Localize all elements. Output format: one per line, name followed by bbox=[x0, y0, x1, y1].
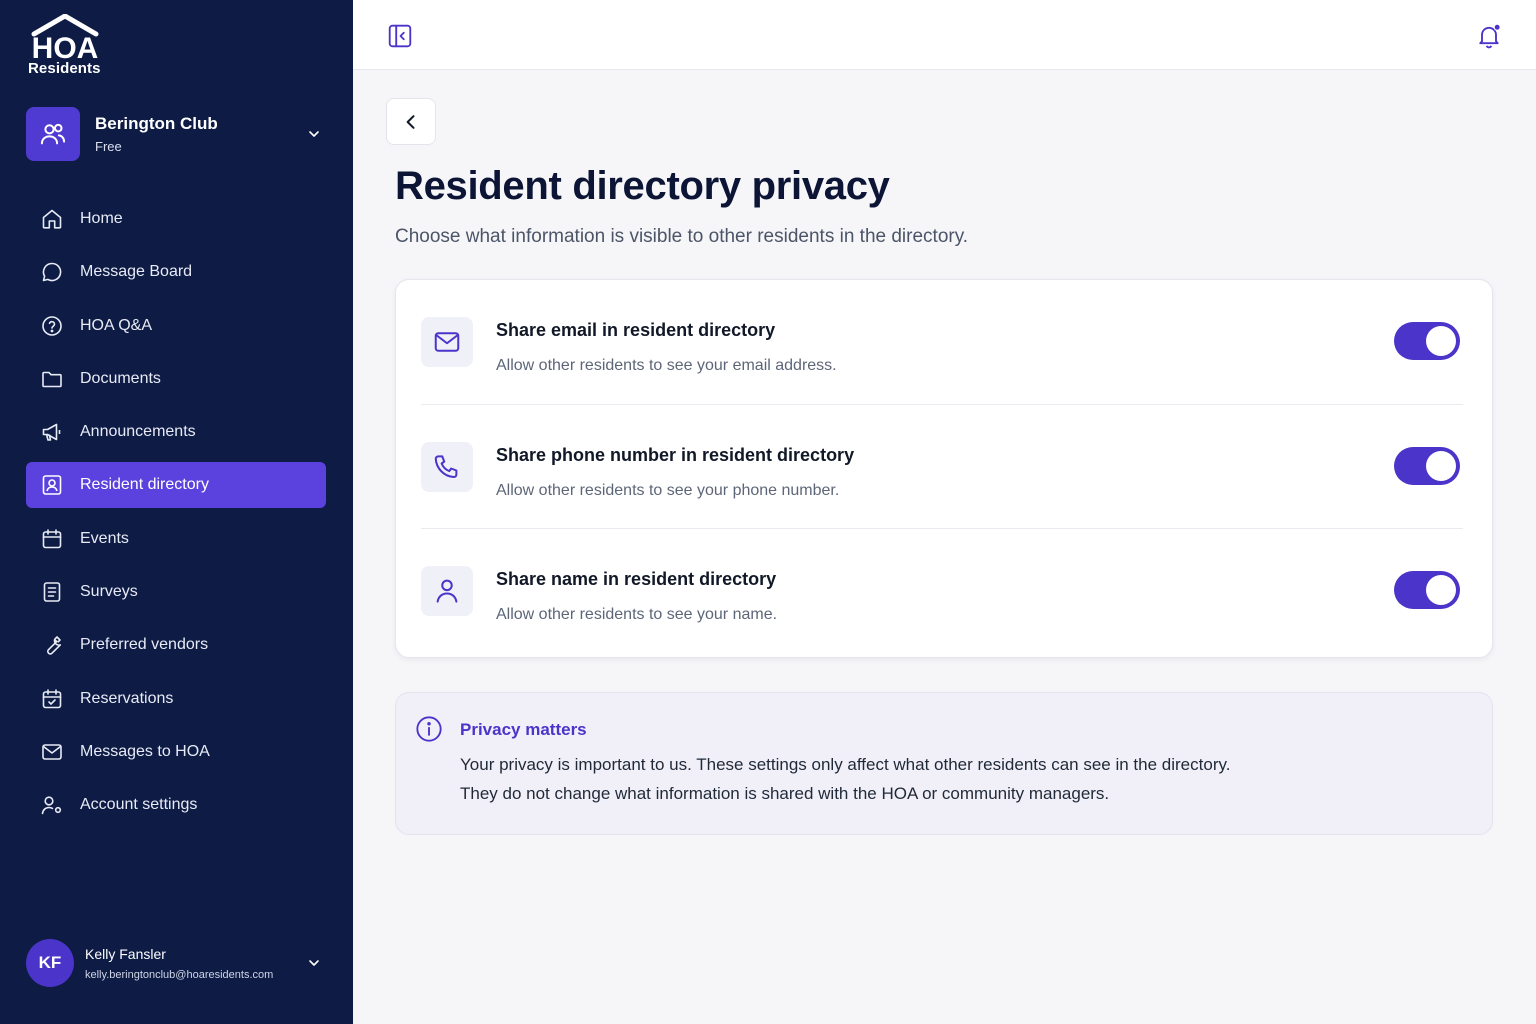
toggle-knob bbox=[1426, 326, 1456, 356]
setting-row-email: Share email in resident directory Allow … bbox=[421, 280, 1463, 404]
sidebar-item-events[interactable]: Events bbox=[26, 516, 326, 562]
sidebar: HOA Residents Berington Club Free Home M… bbox=[0, 0, 353, 1024]
sidebar-item-label: HOA Q&A bbox=[80, 316, 153, 334]
top-bar bbox=[353, 0, 1536, 70]
home-icon bbox=[40, 207, 64, 231]
setting-description: Allow other residents to see your phone … bbox=[496, 482, 840, 499]
users-icon bbox=[40, 123, 66, 145]
svg-text:HOA: HOA bbox=[32, 32, 99, 62]
person-icon bbox=[421, 566, 473, 616]
sidebar-item-reservations[interactable]: Reservations bbox=[26, 676, 326, 722]
calendar-check-icon bbox=[40, 687, 64, 711]
back-button[interactable] bbox=[386, 98, 436, 145]
privacy-info-box: Privacy matters Your privacy is importan… bbox=[395, 692, 1493, 835]
sidebar-item-documents[interactable]: Documents bbox=[26, 356, 326, 402]
sidebar-item-resident-directory[interactable]: Resident directory bbox=[26, 462, 326, 509]
mail-icon bbox=[40, 740, 64, 764]
mail-icon bbox=[421, 317, 473, 367]
sidebar-item-hoa-qa[interactable]: HOA Q&A bbox=[26, 303, 326, 349]
setting-row-name: Share name in resident directory Allow o… bbox=[421, 528, 1463, 652]
megaphone-icon bbox=[40, 420, 64, 444]
toggle-knob bbox=[1426, 575, 1456, 605]
sidebar-item-label: Account settings bbox=[80, 796, 198, 814]
org-avatar bbox=[26, 107, 80, 161]
sidebar-item-message-board[interactable]: Message Board bbox=[26, 249, 326, 295]
hoa-residents-logo[interactable]: HOA Residents bbox=[26, 14, 106, 78]
chevron-down-icon[interactable] bbox=[302, 126, 326, 142]
setting-title: Share phone number in resident directory bbox=[496, 445, 855, 465]
avatar: KF bbox=[26, 939, 74, 987]
user-name: Kelly Fansler bbox=[85, 945, 166, 962]
info-text-line: They do not change what information is s… bbox=[460, 784, 1110, 803]
sidebar-item-home[interactable]: Home bbox=[26, 196, 326, 242]
chevron-left-icon bbox=[406, 114, 415, 129]
sidebar-item-label: Messages to HOA bbox=[80, 742, 210, 760]
sidebar-item-label: Events bbox=[80, 529, 129, 547]
info-title: Privacy matters bbox=[460, 720, 587, 739]
chevron-down-icon[interactable] bbox=[302, 955, 326, 971]
document-list-icon bbox=[40, 580, 64, 604]
info-text-line: Your privacy is important to us. These s… bbox=[460, 755, 1231, 774]
share-email-toggle[interactable] bbox=[1394, 322, 1460, 360]
calendar-icon bbox=[40, 527, 64, 551]
wrench-icon bbox=[40, 633, 64, 657]
page-subtitle: Choose what information is visible to ot… bbox=[395, 226, 969, 247]
user-email: kelly.beringtonclub@hoaresidents.com bbox=[85, 968, 274, 981]
setting-title: Share email in resident directory bbox=[496, 320, 776, 340]
sidebar-item-label: Documents bbox=[80, 369, 161, 387]
sidebar-item-label: Announcements bbox=[80, 423, 196, 441]
page-title: Resident directory privacy bbox=[395, 164, 890, 208]
setting-row-phone: Share phone number in resident directory… bbox=[421, 404, 1463, 528]
sidebar-item-messages-to-hoa[interactable]: Messages to HOA bbox=[26, 729, 326, 775]
folder-icon bbox=[40, 367, 64, 391]
sidebar-item-label: Reservations bbox=[80, 689, 174, 707]
logo-subtitle: Residents bbox=[28, 60, 101, 77]
share-phone-toggle[interactable] bbox=[1394, 447, 1460, 485]
contact-card-icon bbox=[40, 473, 64, 497]
info-icon bbox=[415, 715, 443, 743]
share-name-toggle[interactable] bbox=[1394, 571, 1460, 609]
question-circle-icon bbox=[40, 314, 64, 338]
sidebar-nav: Home Message Board HOA Q&A Documents Ann… bbox=[26, 196, 326, 836]
sidebar-item-label: Message Board bbox=[80, 263, 193, 281]
setting-description: Allow other residents to see your name. bbox=[496, 606, 778, 623]
sidebar-item-label: Resident directory bbox=[80, 476, 209, 494]
notification-bell-icon[interactable] bbox=[1475, 22, 1503, 50]
sidebar-item-announcements[interactable]: Announcements bbox=[26, 409, 326, 455]
setting-title: Share name in resident directory bbox=[496, 569, 777, 589]
org-switcher[interactable]: Berington Club Free bbox=[26, 106, 326, 162]
privacy-settings-card: Share email in resident directory Allow … bbox=[395, 279, 1493, 658]
user-gear-icon bbox=[40, 793, 64, 817]
org-name: Berington Club bbox=[95, 114, 218, 133]
sidebar-item-preferred-vendors[interactable]: Preferred vendors bbox=[26, 622, 326, 668]
sidebar-item-label: Preferred vendors bbox=[80, 636, 209, 654]
house-logo-icon: HOA bbox=[31, 14, 99, 62]
user-menu[interactable]: KF Kelly Fansler kelly.beringtonclub@hoa… bbox=[26, 938, 326, 988]
sidebar-item-label: Home bbox=[80, 210, 123, 227]
toggle-knob bbox=[1426, 451, 1456, 481]
sidebar-item-surveys[interactable]: Surveys bbox=[26, 569, 326, 615]
setting-description: Allow other residents to see your email … bbox=[496, 357, 837, 374]
sidebar-item-label: Surveys bbox=[80, 583, 138, 601]
collapse-sidebar-icon[interactable] bbox=[387, 23, 413, 49]
org-plan: Free bbox=[95, 139, 122, 154]
phone-icon bbox=[421, 442, 473, 492]
sidebar-item-account-settings[interactable]: Account settings bbox=[26, 782, 326, 828]
chat-bubble-icon bbox=[40, 260, 64, 284]
